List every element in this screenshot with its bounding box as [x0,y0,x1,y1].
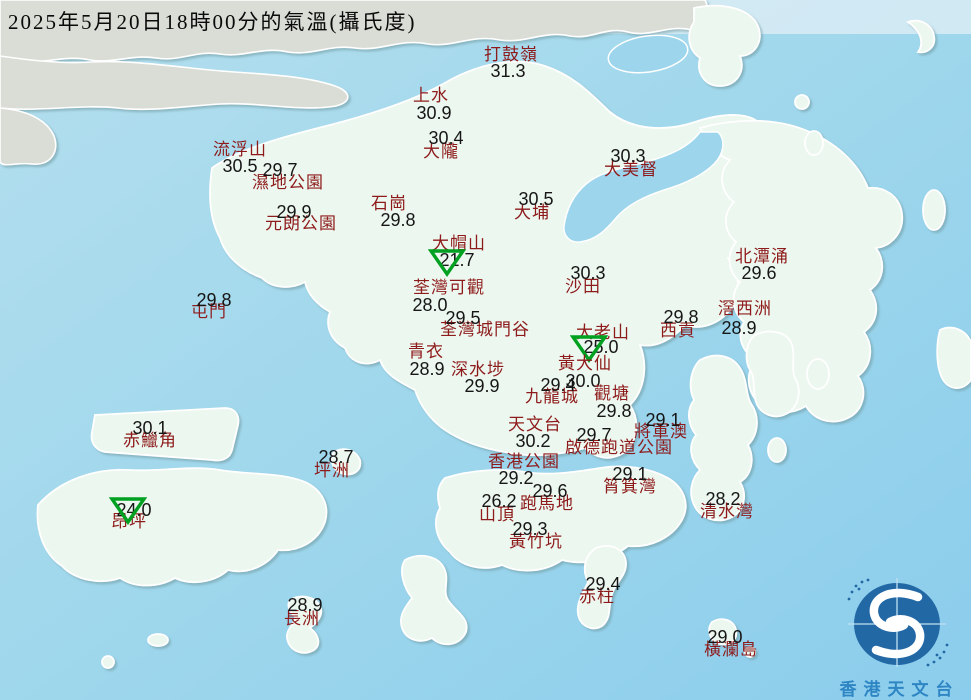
temperature-map-screen: 2025年5月20日18時00分的氣溫(攝氏度) 打鼓嶺 31.3 上水 30.9 大隴… [0,0,971,700]
station-temperature-value: 28.2 [705,489,741,509]
station-temperature-value: 26.2 [481,491,517,511]
station-name-label: 滘西洲 [718,299,772,318]
station-temperature-value: 29.6 [532,481,568,501]
station-temperature-value: 29.8 [380,210,416,230]
station-temperature-value: 24.0 [116,500,152,520]
station-temperature-value: 29.2 [498,468,534,488]
station-temperature-value: 30.1 [132,418,168,438]
station-temperature-value: 30.3 [570,263,606,283]
station-temperature-value: 31.3 [490,61,526,81]
station-temperature-value: 30.4 [428,128,464,148]
hko-logo: 香港天文台 HONG KONG OBSERVATORY [828,576,971,700]
station-temperature-value: 21.7 [439,250,475,270]
station-temperature-value: 29.1 [612,464,648,484]
station-temperature-value: 29.9 [464,376,500,396]
station-temperature-value: 28.9 [287,595,323,615]
station-temperature-value: 29.6 [741,263,777,283]
station-temperature-value: 30.5 [518,189,554,209]
station-temperature-value: 29.1 [645,410,681,430]
station-temperature-value: 29.9 [276,202,312,222]
station-temperature-value: 30.3 [610,146,646,166]
hko-logo-chinese: 香港天文台 [839,680,960,699]
station-temperature-value: 30.9 [416,103,452,123]
hko-emblem-icon [847,578,949,667]
stations-layer: 打鼓嶺 31.3 上水 30.9 大隴 30.4 流浮山 30.5 濕地公園 29.7 大美督 30.… [0,0,971,700]
station-temperature-value: 29.4 [540,375,576,395]
station-temperature-value: 28.9 [721,318,757,338]
station-temperature-value: 29.7 [262,160,298,180]
station-temperature-value: 28.0 [412,295,448,315]
station-temperature-value: 29.8 [196,290,232,310]
station-temperature-value: 28.7 [318,447,354,467]
station-temperature-value: 29.8 [596,401,632,421]
station-temperature-value: 29.4 [585,574,621,594]
station-temperature-value: 28.9 [409,359,445,379]
station-temperature-value: 29.8 [663,307,699,327]
station-temperature-value: 30.2 [515,431,551,451]
station-temperature-value: 29.7 [576,425,612,445]
station-temperature-value: 29.3 [512,519,548,539]
station-temperature-value: 29.5 [445,308,481,328]
station-temperature-value: 29.0 [707,627,743,647]
